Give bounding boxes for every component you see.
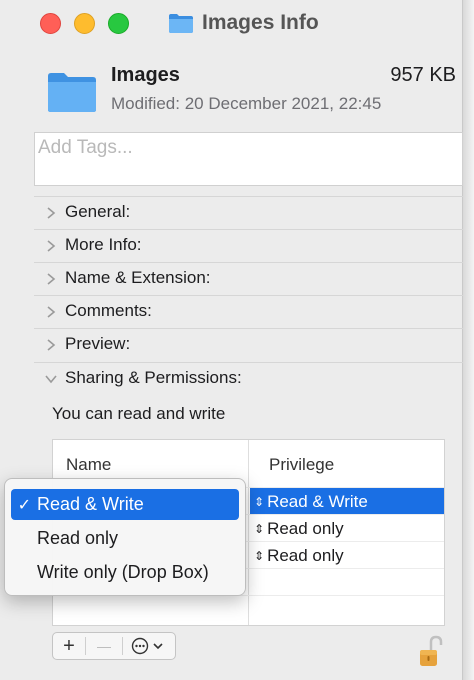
lock-icon[interactable]: [418, 634, 444, 668]
close-button[interactable]: [40, 13, 61, 34]
chevron-right-icon: [47, 273, 56, 285]
section-more-info[interactable]: More Info:: [34, 229, 463, 262]
menu-item-label: Read & Write: [37, 494, 144, 514]
checkmark-icon: ✓: [17, 496, 31, 514]
column-header-name[interactable]: Name: [66, 455, 111, 475]
menu-item-label: Write only (Drop Box): [37, 562, 209, 582]
section-label: Name & Extension:: [65, 268, 211, 287]
tags-placeholder: Add Tags...: [38, 137, 133, 158]
folder-icon: [48, 73, 96, 112]
menu-item-write-only[interactable]: Write only (Drop Box): [11, 557, 239, 588]
folder-icon: [169, 14, 193, 33]
chevron-right-icon: [47, 240, 56, 252]
stepper-icon: ⇕: [254, 548, 265, 563]
stepper-icon: ⇕: [254, 494, 265, 509]
section-preview[interactable]: Preview:: [34, 328, 463, 361]
chevron-right-icon: [47, 306, 56, 318]
section-label: Preview:: [65, 334, 131, 353]
section-label: Sharing & Permissions:: [65, 368, 242, 387]
privilege-value: Read & Write: [267, 491, 368, 511]
chevron-down-icon: [45, 375, 57, 384]
privilege-value: Read only: [267, 518, 344, 538]
file-size: 957 KB: [390, 64, 456, 86]
tags-input[interactable]: Add Tags...: [34, 132, 463, 186]
remove-button[interactable]: —: [86, 633, 122, 659]
section-comments[interactable]: Comments:: [34, 295, 463, 328]
file-name: Images: [111, 64, 180, 86]
zoom-button[interactable]: [108, 13, 129, 34]
privilege-popup[interactable]: ⇕ Read & Write: [250, 488, 444, 515]
modified-date: Modified: 20 December 2021, 22:45: [111, 94, 382, 113]
section-sharing-permissions[interactable]: Sharing & Permissions:: [34, 362, 463, 395]
window-title: Images Info: [168, 9, 319, 37]
menu-item-read-only[interactable]: Read only: [11, 523, 239, 554]
section-label: General:: [65, 202, 131, 221]
column-header-privilege[interactable]: Privilege: [269, 455, 334, 475]
section-name-extension[interactable]: Name & Extension:: [34, 262, 463, 295]
privilege-popup[interactable]: ⇕ Read only: [250, 542, 444, 569]
chevron-right-icon: [47, 207, 56, 219]
window-edge: [463, 0, 474, 680]
stepper-icon: ⇕: [254, 521, 265, 536]
ellipsis-circle-icon: [131, 637, 163, 655]
titlebar: Images Info: [0, 0, 463, 46]
privilege-popup[interactable]: ⇕ Read only: [250, 515, 444, 542]
section-general[interactable]: General:: [34, 196, 463, 229]
privilege-value: Read only: [267, 545, 344, 565]
add-button[interactable]: +: [53, 633, 85, 659]
menu-item-label: Read only: [37, 528, 119, 548]
section-label: More Info:: [65, 235, 142, 254]
chevron-right-icon: [47, 339, 56, 351]
menu-item-read-write[interactable]: ✓ Read & Write: [11, 489, 239, 520]
permissions-summary: You can read and write: [52, 404, 226, 423]
privilege-menu: ✓ Read & Write Read only Write only (Dro…: [4, 478, 246, 596]
action-menu-button[interactable]: [123, 633, 175, 659]
permissions-toolbar: + —: [52, 632, 176, 660]
minimize-button[interactable]: [74, 13, 95, 34]
section-label: Comments:: [65, 301, 152, 320]
table-row: [53, 595, 444, 622]
window-title-text: Images Info: [202, 11, 319, 34]
